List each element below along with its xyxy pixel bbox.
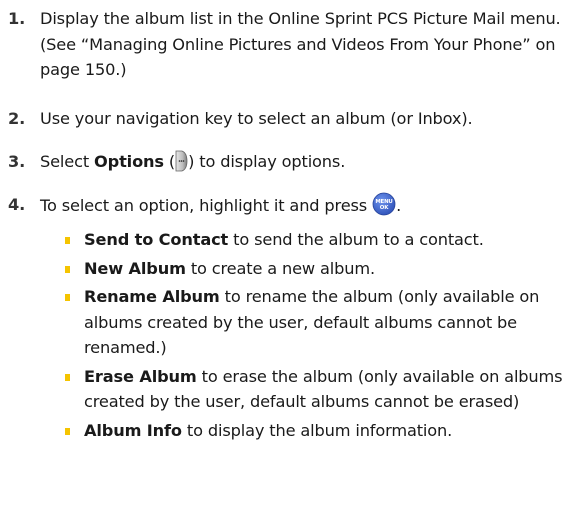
svg-text:OK: OK: [380, 205, 389, 211]
list-item: Rename Album to rename the album (only a…: [0, 284, 583, 361]
list-item: Album Info to display the album informat…: [0, 418, 583, 444]
option-term: Erase Album: [84, 366, 197, 386]
list-item: Send to Contact to send the album to a c…: [0, 227, 583, 253]
option-description: to display the album information.: [181, 420, 453, 440]
options-softkey-icon: [175, 150, 188, 180]
bullet-icon: [65, 373, 70, 381]
step-text: Select Options ( ) to display options.: [40, 149, 583, 180]
option-term: Rename Album: [84, 287, 220, 306]
bullet-icon: [65, 294, 70, 301]
step-text: To select an option, highlight it and pr…: [40, 192, 583, 224]
step-text: Use your navigation key to select an alb…: [40, 109, 473, 128]
option-term: Album Info: [84, 420, 182, 440]
step-number: 1.: [8, 9, 26, 28]
bullet-icon: [65, 237, 70, 244]
step-number: 3.: [8, 152, 26, 171]
step-number: 4.: [8, 195, 26, 214]
option-term: Send to Contact: [84, 230, 229, 249]
list-item: Erase Album to erase the album (only ava…: [0, 364, 583, 415]
menu-ok-key-icon: MENU OK: [372, 192, 396, 224]
option-description: to create a new album.: [185, 258, 375, 278]
bullet-icon: [65, 427, 70, 435]
list-item: New Album to create a new album.: [0, 256, 583, 282]
bullet-icon: [65, 265, 70, 273]
instruction-page: 1. Display the album list in the Online …: [0, 0, 583, 510]
option-description: to send the album to a contact.: [228, 230, 484, 249]
option-term: New Album: [84, 258, 186, 278]
option-list: Send to Contact to send the album to a c…: [0, 227, 583, 446]
step-text: Display the album list in the Online Spr…: [40, 9, 561, 79]
options-term: Options: [94, 152, 164, 171]
step-number: 2.: [8, 109, 26, 128]
